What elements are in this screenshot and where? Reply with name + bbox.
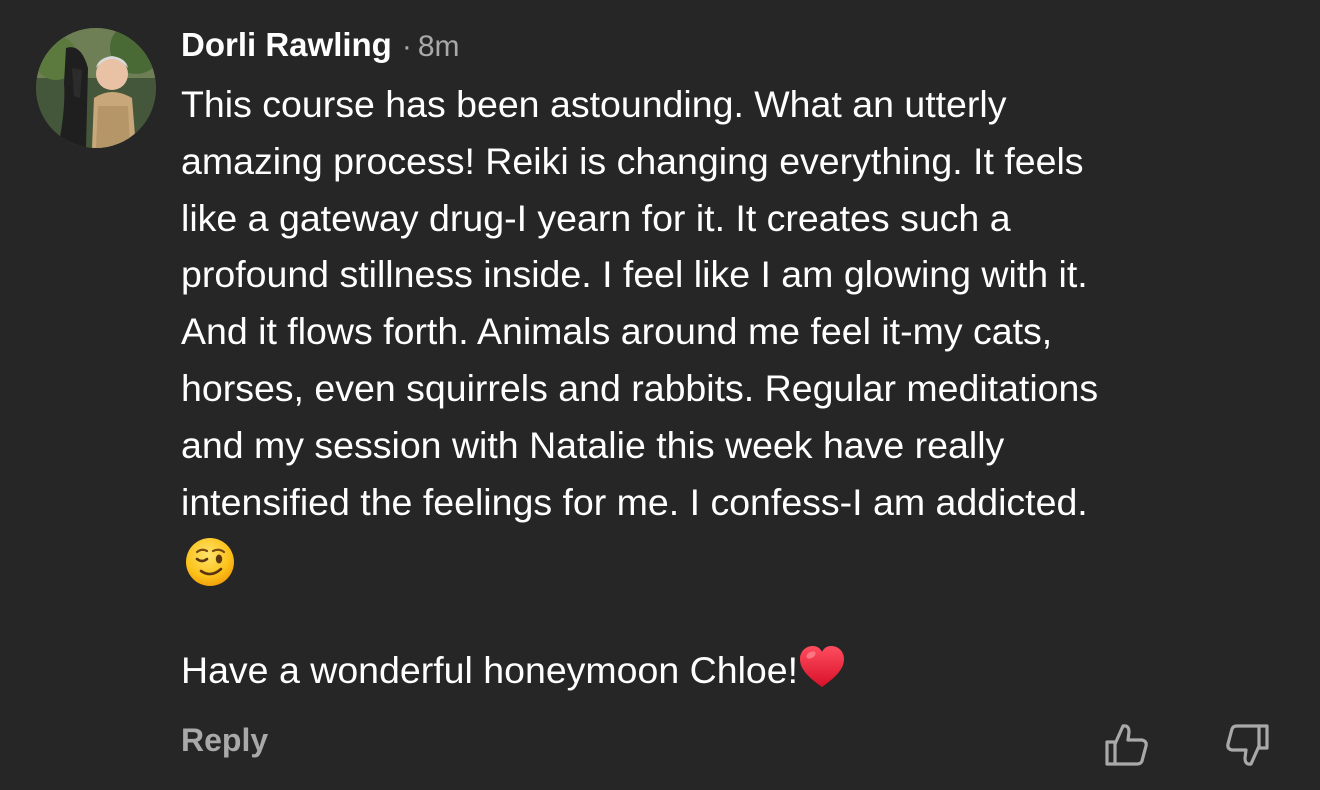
comment-text-line: intensified the feelings for me. I confe…: [181, 480, 1088, 523]
comment-body: This course has been astounding. What an…: [181, 76, 1291, 699]
reply-button[interactable]: Reply: [181, 722, 268, 759]
emoji-line: [181, 530, 1291, 590]
separator-dot: ·: [401, 30, 412, 63]
comment-text-line: horses, even squirrels and rabbits. Regu…: [181, 366, 1099, 409]
avatar[interactable]: [36, 28, 156, 148]
comment: Dorli Rawling · 8m This course has been …: [0, 0, 1320, 790]
winking-face-emoji: [186, 538, 234, 587]
comment-text-line: profound stillness inside. I feel like I…: [181, 253, 1088, 296]
thumbs-down-icon: [1226, 724, 1269, 766]
comment-text-line: This course has been astounding. What an…: [181, 83, 1007, 125]
comment-text-line: and my session with Natalie this week ha…: [181, 423, 1005, 466]
closing-line: Have a wonderful honeymoon Chloe!: [181, 642, 1291, 699]
red-heart-emoji: [800, 646, 845, 688]
comment-header: Dorli Rawling · 8m: [181, 26, 460, 70]
avatar-image: [36, 28, 156, 148]
comment-text-line: like a gateway drug-I yearn for it. It c…: [181, 196, 1011, 239]
thumbs-up-icon: [1105, 724, 1148, 766]
dislike-button[interactable]: [1223, 720, 1273, 770]
comment-text-line: And it flows forth. Animals around me fe…: [181, 310, 1053, 353]
like-button[interactable]: [1101, 720, 1151, 770]
author-name[interactable]: Dorli Rawling: [181, 26, 392, 64]
comment-text-line: amazing process! Reiki is changing every…: [181, 139, 1084, 182]
closing-text: Have a wonderful honeymoon Chloe!: [181, 649, 799, 692]
timestamp: 8m: [417, 30, 460, 63]
